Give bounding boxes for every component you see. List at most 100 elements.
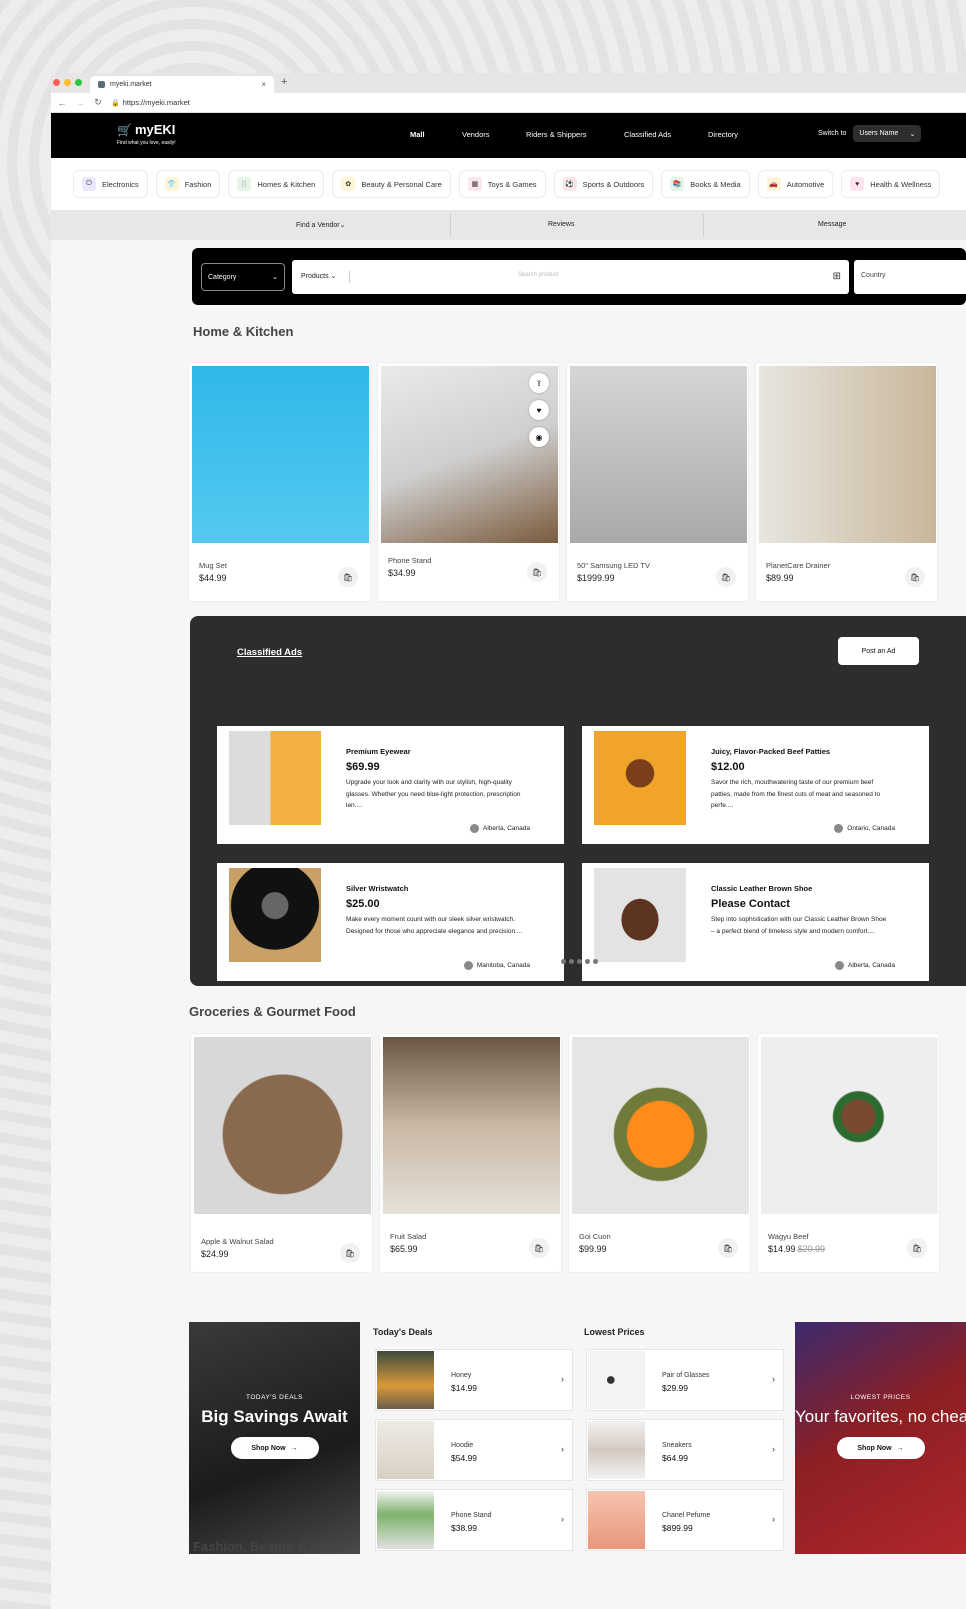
country-select[interactable]: Country [854, 260, 966, 294]
product-image[interactable] [761, 1037, 938, 1214]
deal-item[interactable]: Hoodie $54.99 › [375, 1419, 573, 1481]
share-icon[interactable]: ⇪ [529, 373, 549, 393]
deal-item[interactable]: Chanel Pefume $899.99 › [586, 1489, 784, 1551]
product-name[interactable]: Apple & Walnut Salad [201, 1237, 274, 1246]
carousel-dot[interactable] [585, 959, 590, 964]
add-to-cart-icon[interactable]: 🛍 [907, 1238, 927, 1258]
minimize-window-button[interactable] [64, 79, 71, 86]
product-name[interactable]: Mug Set [199, 561, 227, 570]
carousel-dot[interactable] [593, 959, 598, 964]
product-image[interactable] [192, 366, 369, 543]
nav-mall[interactable]: Mall [410, 130, 425, 139]
add-to-cart-icon[interactable]: 🛍 [338, 567, 358, 587]
category-chip[interactable]: ✿ Beauty & Personal Care [332, 170, 451, 198]
classified-ad-image [594, 868, 686, 962]
product-name[interactable]: 50" Samsung LED TV [577, 561, 650, 570]
product-card[interactable]: Wagyu Beef $14.99 $20.99 🛍 [757, 1033, 940, 1273]
find-vendor-dropdown[interactable]: Find a Vendor⌄ [296, 221, 345, 229]
product-card[interactable]: 50" Samsung LED TV $1999.99 🛍 [566, 362, 749, 602]
product-name[interactable]: Wagyu Beef [768, 1232, 809, 1241]
category-chip[interactable]: ▦ Toys & Games [458, 170, 546, 198]
scan-icon[interactable]: ⊞ [833, 271, 841, 282]
nav-vendors[interactable]: Vendors [462, 130, 490, 139]
carousel-dot[interactable] [553, 959, 558, 964]
nav-directory[interactable]: Directory [708, 130, 738, 139]
reviews-link[interactable]: Reviews [548, 221, 574, 228]
add-to-cart-icon[interactable]: 🛍 [529, 1238, 549, 1258]
category-chip[interactable]: 👕 Fashion [155, 170, 221, 198]
shop-now-button[interactable]: Shop Now → [230, 1437, 319, 1459]
product-card[interactable]: Goi Cuon $99.99 🛍 [568, 1033, 751, 1273]
heart-icon[interactable]: ♥ [529, 400, 549, 420]
back-icon[interactable]: ← [55, 98, 69, 108]
add-to-cart-icon[interactable]: 🛍 [716, 567, 736, 587]
product-image[interactable] [759, 366, 936, 543]
chevron-right-icon[interactable]: › [772, 1374, 775, 1384]
forward-icon[interactable]: → [73, 98, 87, 108]
product-name[interactable]: PlanetCare Drainer [766, 561, 830, 570]
product-card[interactable]: ⇪ ♥ ◉ Phone Stand $34.99 🛍 [377, 362, 560, 602]
nav-riders-shippers[interactable]: Riders & Shippers [526, 130, 586, 139]
ad-title[interactable]: Silver Wristwatch [346, 884, 408, 893]
carousel-dot[interactable] [569, 959, 574, 964]
deal-item[interactable]: Honey $14.99 › [375, 1349, 573, 1411]
category-chip[interactable]: 📚 Books & Media [661, 170, 750, 198]
ad-title[interactable]: Juicy, Flavor-Packed Beef Patties [711, 747, 830, 756]
deal-item[interactable]: Pair of Glasses $29.99 › [586, 1349, 784, 1411]
add-to-cart-icon[interactable]: 🛍 [340, 1243, 360, 1263]
post-ad-button[interactable]: Post an Ad [838, 637, 919, 665]
product-name[interactable]: Fruit Salad [390, 1232, 426, 1241]
category-chip[interactable]: ♥ Health & Wellness [841, 170, 941, 198]
classified-ad-card[interactable]: Classic Leather Brown Shoe Please Contact… [582, 863, 929, 981]
category-chip[interactable]: ⚽ Sports & Outdoors [553, 170, 654, 198]
shop-now-button[interactable]: Shop Now → [836, 1437, 925, 1459]
close-tab-icon[interactable]: × [261, 80, 266, 89]
close-window-button[interactable] [53, 79, 60, 86]
product-name[interactable]: Goi Cuon [579, 1232, 611, 1241]
product-card[interactable]: PlanetCare Drainer $89.99 🛍 [755, 362, 938, 602]
url-field[interactable]: https://myeki.market [123, 98, 190, 107]
browser-tab[interactable]: myeki.market × [90, 76, 274, 93]
product-name[interactable]: Phone Stand [388, 556, 431, 565]
classified-title[interactable]: Classified Ads [237, 647, 302, 658]
category-chip[interactable]: 🍴 Homes & Kitchen [228, 170, 325, 198]
product-price: $34.99 [388, 568, 416, 578]
carousel-dot[interactable] [561, 959, 566, 964]
classified-ad-card[interactable]: Premium Eyewear $69.99 Upgrade your look a… [217, 726, 564, 844]
ad-title[interactable]: Premium Eyewear [346, 747, 411, 756]
chevron-right-icon[interactable]: › [772, 1514, 775, 1524]
category-chip[interactable]: 🚗 Automotive [757, 170, 834, 198]
add-to-cart-icon[interactable]: 🛍 [527, 562, 547, 582]
new-tab-icon[interactable]: + [281, 76, 287, 88]
search-input[interactable]: Search product [518, 272, 559, 278]
add-to-cart-icon[interactable]: 🛍 [905, 567, 925, 587]
chevron-right-icon[interactable]: › [561, 1444, 564, 1454]
chevron-right-icon[interactable]: › [561, 1374, 564, 1384]
product-image[interactable] [383, 1037, 560, 1214]
product-image[interactable] [572, 1037, 749, 1214]
eye-icon[interactable]: ◉ [529, 427, 549, 447]
chevron-right-icon[interactable]: › [561, 1514, 564, 1524]
product-card[interactable]: Fruit Salad $65.99 🛍 [379, 1033, 562, 1273]
user-select[interactable]: Users Name ⌄ [853, 125, 922, 142]
products-dropdown[interactable]: Products ⌄ [301, 272, 336, 280]
add-to-cart-icon[interactable]: 🛍 [718, 1238, 738, 1258]
maximize-window-button[interactable] [75, 79, 82, 86]
product-image[interactable] [570, 366, 747, 543]
category-chip[interactable]: ⏻ Electronics [73, 170, 148, 198]
classified-ad-card[interactable]: Juicy, Flavor-Packed Beef Patties $12.00 S… [582, 726, 929, 844]
reload-icon[interactable]: ↻ [91, 97, 105, 108]
product-card[interactable]: Mug Set $44.99 🛍 [188, 362, 371, 602]
product-card[interactable]: Apple & Walnut Salad $24.99 🛍 [190, 1033, 373, 1273]
product-image[interactable] [194, 1037, 371, 1214]
deal-item[interactable]: Phone Stand $38.99 › [375, 1489, 573, 1551]
site-logo[interactable]: 🛒 myEKI Find what you love, easily! [117, 122, 176, 146]
classified-ad-card[interactable]: Silver Wristwatch $25.00 Make every moment… [217, 863, 564, 981]
deal-item[interactable]: Sneakers $64.99 › [586, 1419, 784, 1481]
carousel-dot[interactable] [577, 959, 582, 964]
message-link[interactable]: Message [818, 221, 846, 228]
ad-title[interactable]: Classic Leather Brown Shoe [711, 884, 812, 893]
nav-classified-ads[interactable]: Classified Ads [624, 130, 671, 139]
category-select[interactable]: Category ⌄ [201, 263, 285, 291]
chevron-right-icon[interactable]: › [772, 1444, 775, 1454]
